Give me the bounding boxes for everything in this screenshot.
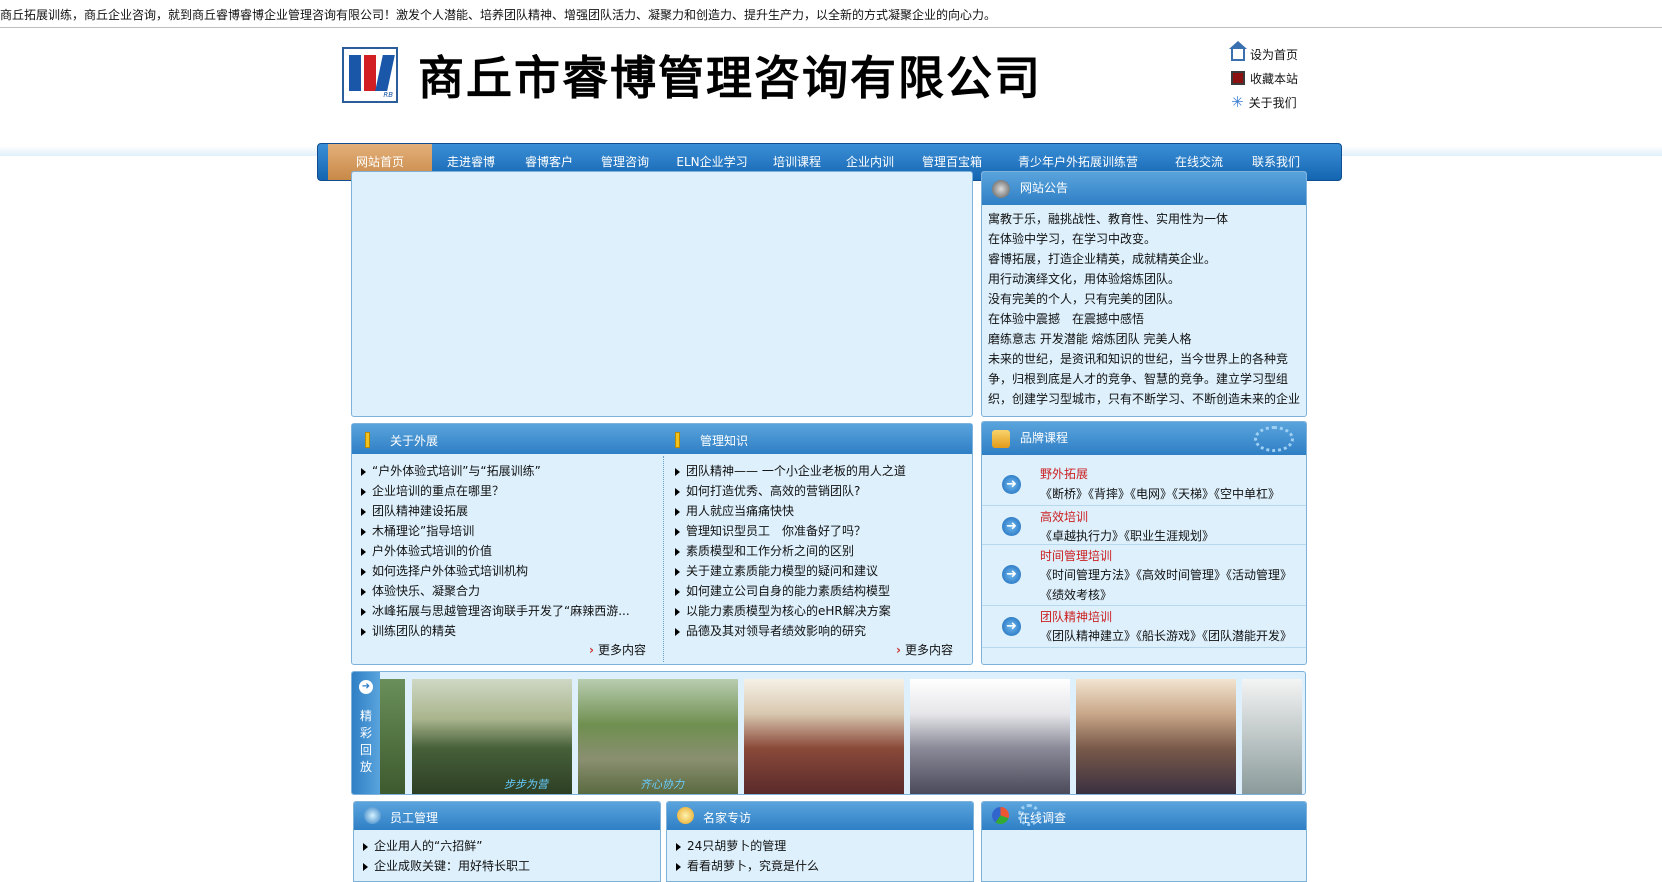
list-item[interactable]: 企业用人的“六招鲜” (354, 836, 660, 856)
brand-title: 品牌课程 (1020, 431, 1069, 445)
list-item[interactable]: 企业成败关键：用好特长职工 (354, 856, 660, 876)
gallery-tab: ➜ 精彩回放 (352, 672, 380, 794)
coin-icon (677, 807, 694, 824)
experts-title: 名家专访 (703, 811, 752, 825)
news-columns-header: 关于外展 管理知识 (352, 424, 972, 454)
flash-banner (351, 171, 973, 417)
staff-title: 员工管理 (390, 811, 439, 825)
knowledge-list: 团队精神—— 一个小企业老板的用人之道 如何打造优秀、高效的营销团队? 用人就应… (666, 461, 966, 641)
company-logo[interactable]: RB (342, 47, 398, 103)
list-item[interactable]: 如何打造优秀、高效的营销团队? (666, 481, 966, 501)
list-item[interactable]: 关于建立素质能力模型的疑问和建议 (666, 561, 966, 581)
gallery-photo[interactable]: 步步为营 (412, 679, 572, 794)
gallery-label: 精彩回放 (360, 709, 373, 774)
expert-interview-panel: 名家专访 24只胡萝卜的管理 看看胡萝卜，究竟是什么 (666, 801, 974, 882)
brand-header: 品牌课程 (982, 422, 1306, 455)
gallery-photo[interactable] (1242, 679, 1302, 794)
list-item[interactable]: 用人就应当痛痛快快 (666, 501, 966, 521)
staff-management-panel: 员工管理 企业用人的“六招鲜” 企业成败关键：用好特长职工 (353, 801, 661, 882)
about-more-link[interactable]: 更多内容 (589, 641, 646, 658)
gear-icon (1018, 804, 1040, 826)
photo-gallery: ➜ 精彩回放 步步为营 齐心协力 (351, 671, 1306, 795)
list-item[interactable]: 如何选择户外体验式培训机构 (352, 561, 652, 581)
knowledge-title: 管理知识 (700, 434, 749, 448)
about-us-link[interactable]: ✳ 关于我们 (1231, 90, 1298, 114)
course-row[interactable]: ➜ 时间管理培训 《时间管理方法》《高效时间管理》《活动管理》 《绩效考核》 (982, 545, 1306, 606)
gear-icon (1254, 426, 1294, 452)
staff-header: 员工管理 (354, 802, 660, 830)
arrow-right-icon: ➜ (1002, 475, 1021, 494)
list-item[interactable]: 管理知识型员工 你准备好了吗？ (666, 521, 966, 541)
bookmark-link[interactable]: 收藏本站 (1231, 66, 1298, 90)
course-row[interactable]: ➜ 野外拓展 《断桥》《背摔》《电网》《天梯》《空中单杠》 (982, 455, 1306, 506)
notice-header: 网站公告 (982, 172, 1306, 205)
list-item[interactable]: 训练团队的精英 (352, 621, 652, 641)
list-item[interactable]: 企业培训的重点在哪里？ (352, 481, 652, 501)
gallery-photo[interactable] (1076, 679, 1236, 794)
list-item[interactable]: 冰峰拓展与思越管理咨询联手开发了“麻辣西游... (352, 601, 652, 621)
notice-body: 寓教于乐，融挑战性、教育性、实用性为一体 在体验中学习，在学习中改变。 睿博拓展… (988, 212, 1301, 406)
course-row[interactable]: ➜ 高效培训 《卓越执行力》《职业生涯规划》 (982, 506, 1306, 545)
book-icon (992, 430, 1010, 448)
marker-icon (365, 432, 370, 448)
knowledge-more-link[interactable]: 更多内容 (896, 641, 953, 658)
list-item[interactable]: 24只胡萝卜的管理 (667, 836, 973, 856)
pie-chart-icon (992, 807, 1009, 824)
list-item[interactable]: 户外体验式培训的价值 (352, 541, 652, 561)
globe-icon (364, 807, 381, 824)
notice-title: 网站公告 (1020, 181, 1069, 195)
gallery-photo[interactable] (744, 679, 904, 794)
list-item[interactable]: 如何建立公司自身的能力素质结构模型 (666, 581, 966, 601)
list-item[interactable]: 品德及其对领导者绩效影响的研究 (666, 621, 966, 641)
company-name: 商丘市睿博管理咨询有限公司 (418, 51, 1042, 105)
list-item[interactable]: 团队精神—— 一个小企业老板的用人之道 (666, 461, 966, 481)
quick-links: 设为首页 收藏本站 ✳ 关于我们 (1229, 41, 1298, 114)
top-tagline-bar: 商丘拓展训练，商丘企业咨询，就到商丘睿博睿博企业管理咨询有限公司！激发个人潜能、… (0, 0, 1662, 28)
list-item[interactable]: 以能力素质模型为核心的eHR解决方案 (666, 601, 966, 621)
gallery-photo[interactable] (910, 679, 1070, 794)
list-item[interactable]: “户外体验式培训”与“拓展训练” (352, 461, 652, 481)
experts-header: 名家专访 (667, 802, 973, 830)
site-header: RB 商丘市睿博管理咨询有限公司 设为首页 收藏本站 ✳ 关于我们 网站首页 走进… (0, 28, 1662, 181)
logo-text: RB (383, 91, 393, 99)
arrow-right-icon: ➜ (1002, 565, 1021, 584)
snowflake-icon: ✳ (1231, 93, 1244, 111)
notice-panel: 网站公告 寓教于乐，融挑战性、教育性、实用性为一体 在体验中学习，在学习中改变。… (981, 171, 1307, 417)
gallery-photo[interactable]: 齐心协力 (578, 679, 738, 794)
online-survey-panel: 在线调查 (981, 801, 1307, 882)
gallery-photo[interactable] (380, 679, 405, 794)
list-item[interactable]: 素质模型和工作分析之间的区别 (666, 541, 966, 561)
about-list: “户外体验式培训”与“拓展训练” 企业培训的重点在哪里？ 团队精神建设拓展 木桶… (352, 461, 652, 641)
about-title: 关于外展 (390, 434, 439, 448)
speaker-icon (992, 180, 1010, 198)
news-columns: 关于外展 管理知识 “户外体验式培训”与“拓展训练” 企业培训的重点在哪里？ 团… (351, 423, 973, 665)
list-item[interactable]: 木桶理论”指导培训 (352, 521, 652, 541)
home-icon (1229, 41, 1247, 61)
survey-header: 在线调查 (982, 802, 1306, 830)
list-item[interactable]: 体验快乐、凝聚合力 (352, 581, 652, 601)
arrow-right-icon: ➜ (1002, 517, 1021, 536)
brand-courses-panel: 品牌课程 ➜ 野外拓展 《断桥》《背摔》《电网》《天梯》《空中单杠》 ➜ 高效培… (981, 421, 1307, 665)
list-item[interactable]: 看看胡萝卜，究竟是什么 (667, 856, 973, 876)
save-icon (1231, 71, 1245, 85)
arrow-right-icon: ➜ (359, 680, 373, 694)
top-tagline: 商丘拓展训练，商丘企业咨询，就到商丘睿博睿博企业管理咨询有限公司！激发个人潜能、… (0, 8, 997, 22)
marker-icon (675, 432, 680, 448)
set-homepage-link[interactable]: 设为首页 (1229, 41, 1298, 66)
course-row[interactable]: ➜ 团队精神培训 《团队精神建立》《船长游戏》《团队潜能开发》 (982, 606, 1306, 648)
arrow-right-icon: ➜ (1002, 617, 1021, 636)
list-item[interactable]: 团队精神建设拓展 (352, 501, 652, 521)
